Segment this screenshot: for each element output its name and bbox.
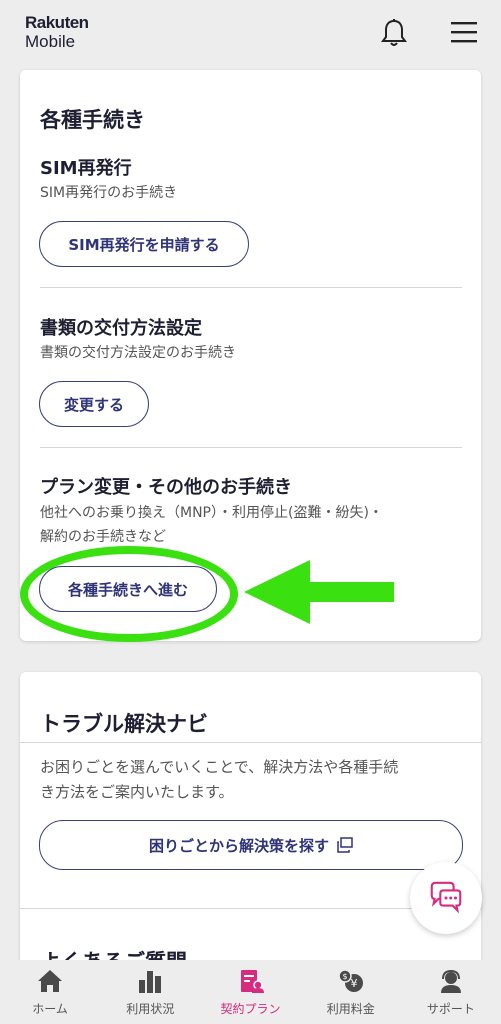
nav-label: 利用料金 — [326, 1002, 375, 1016]
nav-label: サポート — [426, 1002, 475, 1016]
external-window-icon — [337, 837, 353, 853]
rakuten-mobile-logo[interactable]: Rakuten Mobile — [25, 14, 89, 50]
yen-icon: ¥ $ — [337, 969, 363, 992]
nav-label: ホーム — [32, 1002, 68, 1016]
contract-icon — [240, 970, 264, 993]
nav-usage[interactable]: 利用状況 — [100, 960, 200, 1024]
divider — [20, 742, 481, 743]
docs-title: 書類の交付方法設定 — [40, 318, 202, 339]
nav-home[interactable]: ホーム — [0, 960, 100, 1024]
green-arrow-icon — [244, 560, 394, 624]
sim-title: SIM再発行 — [40, 158, 132, 179]
svg-text:$: $ — [342, 972, 347, 981]
hamburger-icon[interactable] — [450, 20, 478, 44]
trouble-title: トラブル解決ナビ — [40, 712, 208, 736]
chat-bubble-icon — [430, 881, 462, 914]
procedures-title: 各種手続き — [40, 108, 145, 132]
support-icon — [440, 969, 461, 993]
logo-line2: Mobile — [25, 32, 76, 51]
change-delivery-button[interactable]: 変更する — [39, 381, 149, 427]
bottom-nav: ホーム 利用状況 契約プラン ¥ $ 利用料金 サポート — [0, 960, 501, 1024]
nav-billing[interactable]: ¥ $ 利用料金 — [301, 960, 401, 1024]
find-solution-label: 困りごとから解決策を探す — [148, 836, 329, 855]
green-highlight-circle — [20, 546, 238, 642]
divider — [40, 287, 462, 288]
home-icon — [38, 970, 63, 992]
nav-support[interactable]: サポート — [401, 960, 501, 1024]
plan-title: プラン変更・その他のお手続き — [40, 477, 292, 498]
trouble-navi-card: トラブル解決ナビ お困りごとを選んでいくことで、解決方法や各種手続 き方法をご案… — [20, 672, 481, 972]
bar-chart-icon — [139, 971, 162, 993]
sim-desc: SIM再発行のお手続き — [40, 185, 178, 201]
nav-label: 契約プラン — [220, 1002, 281, 1016]
plan-desc-line1: 他社へのお乗り換え（MNP）・利用停止(盗難・紛失)・ — [40, 505, 383, 521]
trouble-desc-line2: き方法をご案内いたします。 — [40, 783, 234, 801]
nav-contract-plan[interactable]: 契約プラン — [200, 960, 300, 1024]
docs-desc: 書類の交付方法設定のお手続き — [40, 345, 236, 361]
sim-reissue-button[interactable]: SIM再発行を申請する — [39, 221, 249, 267]
bell-icon[interactable] — [380, 18, 408, 48]
nav-label: 利用状況 — [126, 1002, 175, 1016]
divider — [40, 447, 462, 448]
logo-line1: Rakuten — [25, 13, 89, 32]
svg-text:¥: ¥ — [350, 977, 357, 990]
trouble-desc-line1: お困りごとを選んでいくことで、解決方法や各種手続 — [40, 758, 399, 776]
chat-support-button[interactable] — [410, 862, 482, 934]
plan-desc-line2: 解約のお手続きなど — [40, 529, 166, 545]
app-header: Rakuten Mobile — [0, 0, 501, 64]
find-solution-button[interactable]: 困りごとから解決策を探す — [39, 820, 463, 870]
